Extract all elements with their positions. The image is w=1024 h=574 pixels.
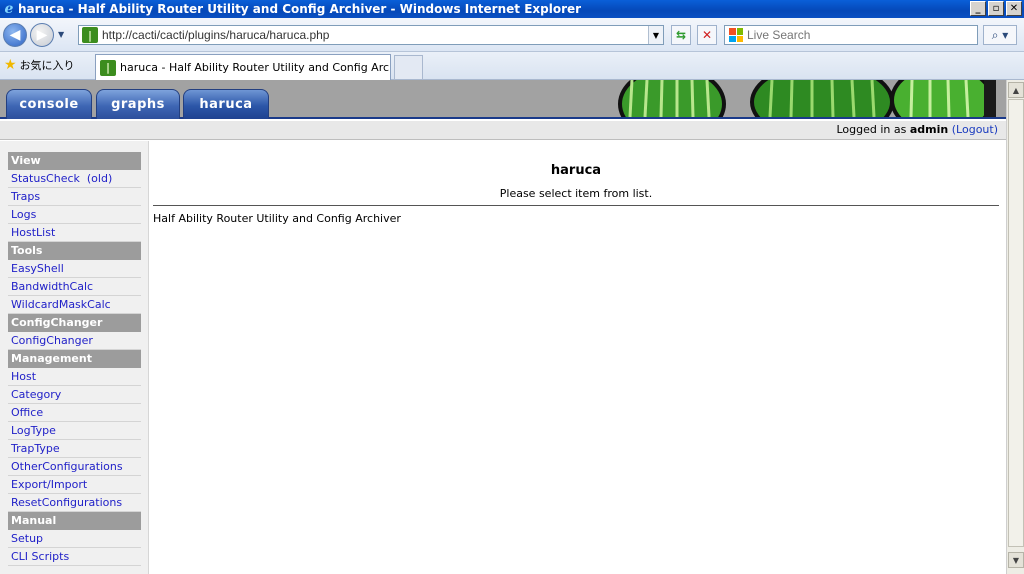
browser-tab-label: haruca - Half Ability Router Utility and… (120, 61, 391, 74)
sidebar-section-tools: Tools (8, 242, 141, 260)
refresh-icon: ⇆ (675, 28, 687, 42)
sidebar-link[interactable]: Logs (11, 208, 36, 221)
sidebar-item-logs[interactable]: Logs (8, 206, 141, 224)
sidebar-item-otherconfigurations[interactable]: OtherConfigurations (8, 458, 141, 476)
select-item-hint: Please select item from list. (499, 187, 653, 200)
sidebar-section-configchanger: ConfigChanger (8, 314, 141, 332)
login-status-bar: Logged in as admin (Logout) (0, 121, 1006, 140)
stop-icon: ✕ (701, 28, 713, 42)
star-icon: ★ (4, 57, 17, 73)
sidebar-link[interactable]: Category (11, 388, 61, 401)
sidebar-item-setup[interactable]: Setup (8, 530, 141, 548)
favorites-label: お気に入り (19, 59, 75, 72)
login-prefix: Logged in as (836, 123, 910, 136)
sidebar-section-management: Management (8, 350, 141, 368)
address-bar[interactable]: | http://cacti/cacti/plugins/haruca/haru… (78, 25, 664, 45)
close-button[interactable]: ✕ (1006, 1, 1022, 16)
scroll-down-icon[interactable]: ▼ (1008, 552, 1024, 568)
sidebar-item-easyshell[interactable]: EasyShell (8, 260, 141, 278)
stop-button[interactable]: ✕ (697, 25, 717, 45)
cactus-banner-image (612, 80, 996, 117)
sidebar-item-bandwidthcalc[interactable]: BandwidthCalc (8, 278, 141, 296)
tab-console[interactable]: console (6, 89, 92, 119)
login-username: admin (909, 123, 949, 136)
sidebar-item-traptype[interactable]: TrapType (8, 440, 141, 458)
vertical-scrollbar[interactable]: ▲ ▼ (1006, 80, 1024, 574)
page-title: haruca (550, 163, 602, 178)
cacti-favicon-icon: | (82, 27, 98, 43)
sidebar-section-view: View (8, 152, 141, 170)
sidebar-item-wildcardmaskcalc[interactable]: WildcardMaskCalc (8, 296, 141, 314)
window-title: haruca - Half Ability Router Utility and… (18, 2, 582, 16)
search-input[interactable] (747, 28, 967, 42)
sidebar-item-hostlist[interactable]: HostList (8, 224, 141, 242)
plugin-description: Half Ability Router Utility and Config A… (153, 212, 401, 225)
tab-graphs[interactable]: graphs (96, 89, 180, 119)
sidebar-item-resetconfigurations[interactable]: ResetConfigurations (8, 494, 141, 512)
favorites-button[interactable]: ★ お気に入り (4, 57, 75, 73)
sidebar-link[interactable]: LogType (11, 424, 56, 437)
magnifier-icon: ⌕ ▾ (991, 27, 1009, 42)
sidebar-item-cli-scripts[interactable]: CLI Scripts (8, 548, 141, 566)
sidebar-link[interactable]: ConfigChanger (11, 334, 93, 347)
sidebar-section-manual: Manual (8, 512, 141, 530)
forward-button[interactable]: ▶ (30, 23, 54, 47)
arrow-left-icon: ◀ (9, 27, 21, 43)
sidebar-link[interactable]: HostList (11, 226, 55, 239)
sidebar-item-export-import[interactable]: Export/Import (8, 476, 141, 494)
sidebar-item-statuscheck-old[interactable]: StatusCheck (old) (8, 170, 141, 188)
sidebar-link[interactable]: CLI Scripts (11, 550, 69, 563)
sidebar-link[interactable]: Export/Import (11, 478, 87, 491)
sidebar-link[interactable]: EasyShell (11, 262, 64, 275)
sidebar-item-configchanger[interactable]: ConfigChanger (8, 332, 141, 350)
sidebar-link[interactable]: Traps (11, 190, 40, 203)
windows-logo-icon (729, 28, 743, 42)
refresh-button[interactable]: ⇆ (671, 25, 691, 45)
maximize-button[interactable]: ▫ (988, 1, 1004, 16)
sidebar-item-office[interactable]: Office (8, 404, 141, 422)
sidebar-item-traps[interactable]: Traps (8, 188, 141, 206)
back-button[interactable]: ◀ (3, 23, 27, 47)
sidebar-link[interactable]: StatusCheck (old) (11, 172, 112, 185)
history-dropdown-icon[interactable]: ▼ (58, 30, 64, 39)
sidebar-item-logtype[interactable]: LogType (8, 422, 141, 440)
window-title-bar: e haruca - Half Ability Router Utility a… (0, 0, 1024, 18)
sidebar-item-host[interactable]: Host (8, 368, 141, 386)
page-viewport: console graphs haruca Logged in as admin… (0, 80, 1006, 574)
main-content: haruca Please select item from list. Hal… (153, 141, 999, 574)
tab-haruca[interactable]: haruca (183, 89, 269, 119)
address-dropdown-icon[interactable]: ▼ (648, 26, 663, 44)
search-button[interactable]: ⌕ ▾ (983, 25, 1017, 45)
sidebar-menu: View StatusCheck (old) Traps Logs HostLi… (0, 141, 149, 574)
new-tab-button[interactable] (394, 55, 423, 80)
sidebar-link[interactable]: TrapType (11, 442, 60, 455)
sidebar-link[interactable]: Setup (11, 532, 43, 545)
cacti-favicon-icon: | (100, 59, 116, 76)
scroll-thumb[interactable] (1008, 99, 1024, 547)
logout-link[interactable]: (Logout) (952, 123, 998, 136)
sidebar-link[interactable]: ResetConfigurations (11, 496, 122, 509)
sidebar-link[interactable]: Host (11, 370, 36, 383)
window-controls: _ ▫ ✕ (970, 1, 1022, 16)
scroll-up-icon[interactable]: ▲ (1008, 82, 1024, 98)
sidebar-link[interactable]: BandwidthCalc (11, 280, 93, 293)
search-box[interactable] (724, 25, 978, 45)
arrow-right-icon: ▶ (36, 27, 48, 43)
minimize-button[interactable]: _ (970, 1, 986, 16)
sidebar-link[interactable]: WildcardMaskCalc (11, 298, 111, 311)
tab-bar: ★ お気に入り | haruca - Half Ability Router U… (0, 52, 1024, 80)
divider (153, 205, 999, 206)
sidebar-link[interactable]: OtherConfigurations (11, 460, 123, 473)
internet-explorer-icon: e (4, 1, 14, 17)
address-url[interactable]: http://cacti/cacti/plugins/haruca/haruca… (102, 28, 329, 42)
sidebar-item-category[interactable]: Category (8, 386, 141, 404)
browser-tab-active[interactable]: | haruca - Half Ability Router Utility a… (95, 54, 391, 80)
sidebar-link[interactable]: Office (11, 406, 43, 419)
cacti-header: console graphs haruca (0, 80, 1006, 119)
address-toolbar: ◀ ▶ ▼ | http://cacti/cacti/plugins/haruc… (0, 18, 1024, 52)
